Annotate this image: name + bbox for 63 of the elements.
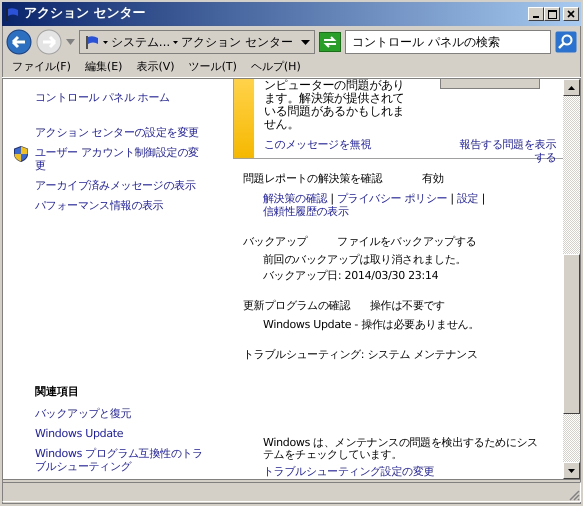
detail-text: 前回のバックアップは取り消されました。 [263,254,468,266]
sidebar-link[interactable]: アクション センターの設定を変更 [35,126,199,139]
flag-icon [84,34,100,50]
section-status: 操作は不要です [370,298,445,314]
section-title: トラブルシューティング: システム メンテナンス [243,346,478,362]
maximize-button[interactable] [544,7,560,21]
sidebar-link[interactable]: ユーザー アカウント制御設定の変更 [35,146,205,172]
section-status: 有効 [422,171,444,187]
section-link[interactable]: 信頼性履歴の表示 [263,204,349,218]
scroll-down-button[interactable] [563,462,580,479]
section-link[interactable]: トラブルシューティング設定の変更 [263,465,434,478]
section-link[interactable]: 設定 [457,192,478,204]
section-title: バックアップ [243,234,308,250]
sidebar-link[interactable]: パフォーマンス情報の表示 [35,199,164,212]
link-separator: | [449,192,455,204]
ignore-link[interactable]: このメッセージを無視 [264,138,372,151]
sidebar-link[interactable]: アーカイブ済みメッセージの表示 [35,179,196,192]
menu-item[interactable]: 表示(V) [136,59,175,76]
menu-item[interactable]: ファイル(F) [12,59,71,76]
minimize-button[interactable] [528,7,544,21]
related-link[interactable]: Windows プログラム互換性のトラブルシューティング [35,446,210,472]
address-bar[interactable]: システム... アクション センター [79,30,315,54]
search-icon[interactable] [555,31,577,53]
down-arrow-icon [568,468,575,472]
section-status: ファイルをバックアップする [337,234,476,250]
related-heading: 関連項目 [35,384,79,400]
dropdown-icon[interactable] [301,40,310,44]
related-link[interactable]: Windows Update [35,426,210,440]
caret-icon [103,40,108,44]
detail-text: Windows Update - 操作は必要ありません。 [263,318,480,330]
related-link[interactable]: バックアップと復元 [35,406,210,420]
section-title: 問題レポートの解決策を確認 [243,171,382,187]
shield-icon [14,146,28,162]
breadcrumb-item[interactable]: システム... [110,33,170,51]
scroll-thumb[interactable] [563,254,580,414]
search-field[interactable]: コントロール パネルの検索 [345,30,551,54]
link-separator: | [330,192,334,204]
refresh-icon[interactable] [319,32,341,52]
search-placeholder: コントロール パネルの検索 [352,34,500,51]
section-link[interactable]: 解決策の確認 [263,192,328,204]
sidebar-link[interactable]: コントロール パネル ホーム [35,91,231,104]
resize-grip-icon[interactable] [568,489,580,501]
window-title: アクション センター [24,5,146,24]
detail-text: Windows は、メンテナンスの問題を検出するためにシステムをチェックしています。 [263,437,539,461]
section-title: 更新プログラムの確認 [243,298,350,314]
menu-item[interactable]: 編集(E) [84,59,122,76]
section-link[interactable]: プライバシー ポリシー [337,192,448,204]
breadcrumb-item[interactable]: アクション センター [180,33,293,51]
message-text: ンピューターの問題があります。解決策が提供されている問題があるかもしれません。 [264,79,406,131]
view-problems-link[interactable]: 報告する問題を表示する [454,138,556,164]
menu-item[interactable]: ツール(T) [188,59,237,76]
caret-icon [173,40,178,44]
flag-icon [4,6,20,22]
detail-text: バックアップ日: 2014/03/30 23:14 [263,270,440,282]
link-separator: | [480,192,486,204]
close-icon [567,10,575,18]
scroll-up-button[interactable] [563,79,580,96]
maximize-icon [548,10,557,18]
menu-item[interactable]: ヘルプ(H) [250,59,301,76]
close-button[interactable] [563,7,579,21]
back-icon[interactable] [6,29,32,55]
up-arrow-icon [568,86,575,90]
scrollbar[interactable] [563,79,580,479]
